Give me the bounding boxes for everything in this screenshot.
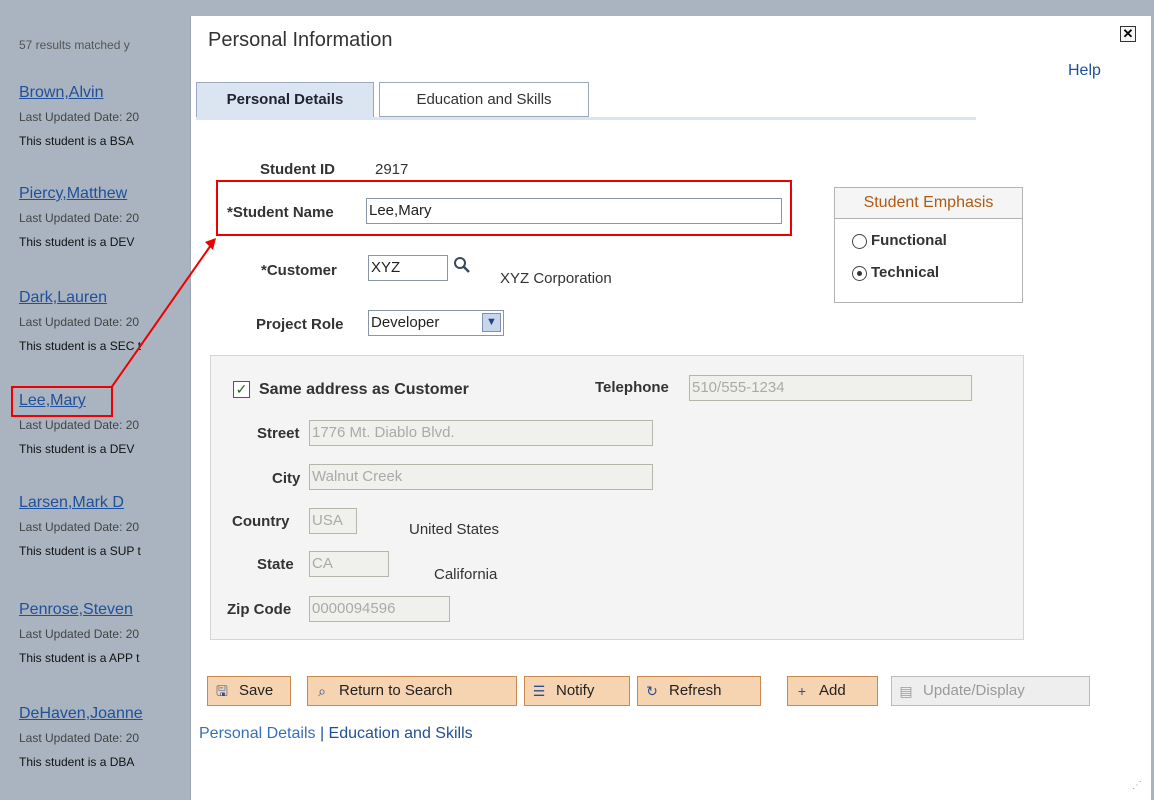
save-icon: 🖫 (216, 683, 228, 699)
update-display-label: Update/Display (923, 682, 1025, 699)
search-icon[interactable] (453, 256, 471, 276)
address-section: ✓ Same address as Customer Telephone 510… (210, 355, 1024, 640)
radio-functional-label: Functional (871, 232, 947, 249)
customer-label: *Customer (261, 262, 337, 279)
country-description: United States (409, 521, 500, 538)
result-date: Last Updated Date: 20 (19, 110, 140, 124)
project-role-value: Developer (371, 314, 440, 331)
search-results-panel: 57 results matched y Brown,Alvin Last Up… (0, 0, 190, 800)
highlight-box (216, 180, 792, 236)
personal-information-dialog: Personal Information ✕ Help Personal Det… (190, 16, 1151, 800)
zip-code-input[interactable]: 0000094596 (309, 596, 450, 622)
list-item: Piercy,Matthew Last Updated Date: 20 Thi… (19, 185, 194, 249)
results-count: 57 results matched y (19, 38, 130, 52)
customer-description: XYZ Corporation (500, 270, 612, 287)
city-input[interactable]: Walnut Creek (309, 464, 653, 490)
update-display-button: ▤ Update/Display (891, 676, 1090, 706)
zip-code-label: Zip Code (227, 601, 292, 618)
return-to-search-label: Return to Search (339, 682, 453, 699)
street-label: Street (257, 425, 300, 442)
radio-technical-label: Technical (871, 264, 940, 281)
tab-underline (196, 117, 976, 120)
help-link[interactable]: Help (1068, 62, 1101, 80)
student-emphasis-group: Student Emphasis Functional Technical (834, 187, 1023, 303)
add-button[interactable]: + Add (787, 676, 878, 706)
tab-personal-details[interactable]: Personal Details (196, 82, 374, 117)
result-desc: This student is a SEC t (19, 339, 142, 353)
student-emphasis-title: Student Emphasis (835, 188, 1022, 219)
highlight-box (11, 386, 113, 417)
refresh-button[interactable]: ↻ Refresh (637, 676, 761, 706)
state-input[interactable]: CA (309, 551, 389, 577)
result-date: Last Updated Date: 20 (19, 315, 140, 329)
link-separator: | (315, 725, 329, 742)
result-link[interactable]: Brown,Alvin (19, 84, 103, 102)
state-label: State (257, 556, 294, 573)
same-address-checkbox[interactable]: ✓ (233, 381, 250, 398)
refresh-icon: ↻ (646, 683, 658, 699)
resize-grip-icon[interactable]: ⋰ (1132, 780, 1142, 791)
radio-technical[interactable] (852, 266, 867, 281)
result-link[interactable]: Penrose,Steven (19, 601, 133, 619)
add-label: Add (819, 682, 846, 699)
telephone-input[interactable]: 510/555-1234 (689, 375, 972, 401)
country-input[interactable]: USA (309, 508, 357, 534)
result-date: Last Updated Date: 20 (19, 627, 140, 641)
street-input[interactable]: 1776 Mt. Diablo Blvd. (309, 420, 653, 446)
project-role-select[interactable]: Developer ▼ (368, 310, 504, 336)
student-id-label: Student ID (260, 161, 335, 178)
project-role-label: Project Role (256, 316, 344, 333)
result-desc: This student is a DEV (19, 442, 135, 456)
result-desc: This student is a DEV (19, 235, 135, 249)
result-link[interactable]: Dark,Lauren (19, 289, 107, 307)
country-label: Country (232, 513, 290, 530)
list-item: Dark,Lauren Last Updated Date: 20 This s… (19, 289, 194, 353)
update-display-icon: ▤ (899, 683, 913, 699)
result-link[interactable]: Larsen,Mark D (19, 494, 124, 512)
customer-input[interactable]: XYZ (368, 255, 448, 281)
chevron-down-icon[interactable]: ▼ (482, 313, 501, 332)
result-date: Last Updated Date: 20 (19, 520, 140, 534)
result-desc: This student is a APP t (19, 651, 140, 665)
notify-icon: ☰ (532, 683, 546, 699)
result-date: Last Updated Date: 20 (19, 418, 140, 432)
telephone-label: Telephone (595, 379, 669, 396)
page-links: Personal Details | Education and Skills (199, 725, 473, 743)
list-item: Penrose,Steven Last Updated Date: 20 Thi… (19, 601, 194, 665)
result-link[interactable]: Piercy,Matthew (19, 185, 127, 203)
state-description: California (434, 566, 498, 583)
city-label: City (272, 470, 301, 487)
notify-label: Notify (556, 682, 595, 699)
close-icon[interactable]: ✕ (1120, 26, 1136, 42)
tab-education-and-skills[interactable]: Education and Skills (379, 82, 589, 117)
list-item: Brown,Alvin Last Updated Date: 20 This s… (19, 84, 194, 148)
refresh-label: Refresh (669, 682, 722, 699)
list-item: DeHaven,Joanne Last Updated Date: 20 Thi… (19, 705, 194, 769)
radio-functional[interactable] (852, 234, 867, 249)
return-to-search-button[interactable]: ⌕ Return to Search (307, 676, 517, 706)
link-education-and-skills[interactable]: Education and Skills (329, 725, 473, 742)
same-address-label: Same address as Customer (259, 381, 469, 398)
notify-button[interactable]: ☰ Notify (524, 676, 630, 706)
student-id-value: 2917 (375, 161, 409, 178)
result-desc: This student is a SUP t (19, 544, 141, 558)
result-link[interactable]: DeHaven,Joanne (19, 705, 143, 723)
save-button-label: Save (239, 682, 274, 699)
result-desc: This student is a DBA (19, 755, 135, 769)
result-desc: This student is a BSA (19, 134, 134, 148)
link-personal-details[interactable]: Personal Details (199, 725, 316, 742)
add-icon: + (797, 683, 807, 699)
dialog-title: Personal Information (208, 29, 393, 51)
result-date: Last Updated Date: 20 (19, 211, 140, 225)
search-return-icon: ⌕ (318, 683, 326, 699)
result-date: Last Updated Date: 20 (19, 731, 140, 745)
list-item: Larsen,Mark D Last Updated Date: 20 This… (19, 494, 194, 558)
save-button[interactable]: 🖫 Save (207, 676, 291, 706)
